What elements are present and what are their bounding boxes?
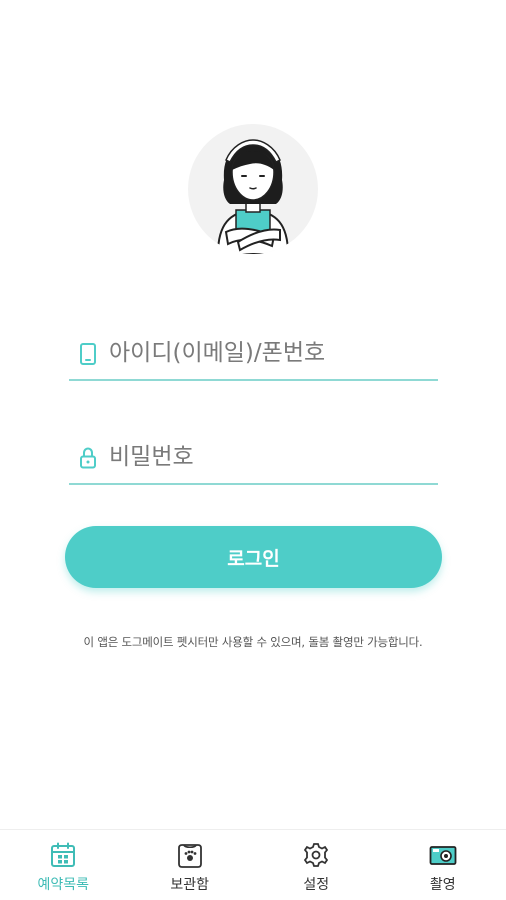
tab-label: 설정	[303, 877, 330, 893]
password-input[interactable]	[109, 439, 429, 475]
storage-box-icon	[176, 842, 204, 868]
login-screen: 로그인 이 앱은 도그메이트 펫시터만 사용할 수 있으며, 돌봄 촬영만 가능…	[0, 0, 506, 900]
tab-camera[interactable]: 촬영	[380, 830, 506, 900]
usage-notice: 이 앱은 도그메이트 펫시터만 사용할 수 있으며, 돌봄 촬영만 가능합니다.	[83, 635, 423, 649]
tab-settings[interactable]: 설정	[253, 830, 380, 900]
tab-label: 촬영	[429, 877, 456, 893]
tab-label: 보관함	[170, 877, 210, 893]
tab-label: 예약목록	[37, 877, 90, 893]
login-button[interactable]: 로그인	[65, 526, 442, 588]
bottom-tab-bar: 예약목록 보관함 설정 촬영	[0, 829, 506, 900]
password-field[interactable]	[69, 437, 438, 485]
petsitter-avatar	[188, 124, 318, 254]
id-field[interactable]	[69, 333, 438, 381]
id-input[interactable]	[109, 335, 429, 371]
tab-reservations[interactable]: 예약목록	[0, 830, 127, 900]
calendar-icon	[49, 842, 77, 868]
phone-icon	[79, 342, 97, 366]
petsitter-illustration	[216, 139, 290, 254]
camera-icon	[429, 842, 457, 868]
gear-icon	[302, 842, 330, 868]
lock-icon	[79, 446, 97, 470]
tab-storage[interactable]: 보관함	[127, 830, 254, 900]
